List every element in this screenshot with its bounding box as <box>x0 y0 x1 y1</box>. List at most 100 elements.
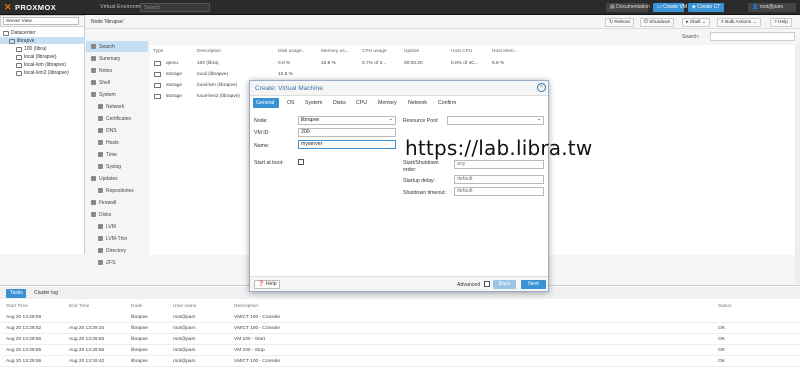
name-input[interactable]: myserver <box>298 140 396 149</box>
nav-item-hosts[interactable]: Hosts <box>86 137 148 148</box>
dialog-tab-confirm[interactable]: Confirm <box>435 98 459 108</box>
nav-item-summary[interactable]: Summary <box>86 53 148 64</box>
grid-header[interactable]: Description <box>197 49 221 54</box>
global-search-input[interactable]: Search <box>140 3 210 12</box>
nav-item-syslog[interactable]: Syslog <box>86 161 148 172</box>
back-button[interactable]: Back <box>493 280 516 289</box>
nav-item-updates[interactable]: Updates <box>86 173 148 184</box>
tab-cluster-log[interactable]: Cluster log <box>30 289 62 298</box>
tree-item-vm[interactable]: 100 (libra) <box>16 46 47 52</box>
next-button[interactable]: Next <box>521 280 546 289</box>
dialog-tab-disks[interactable]: Disks <box>330 98 349 108</box>
create-vm-button[interactable]: ▭ Create VM <box>653 3 687 12</box>
nav-item-label: Certificates <box>106 115 132 122</box>
tree-item-node[interactable]: librapve <box>9 38 35 44</box>
task-row[interactable]: Aug 20 13:29:52 Aug 20 13:29:34 librapve ro… <box>0 324 800 334</box>
grid-header[interactable]: CPU usage <box>362 49 387 54</box>
node-label: Node: <box>254 118 268 124</box>
nav-item-system[interactable]: System <box>86 89 148 100</box>
nav-item-directory[interactable]: Directory <box>86 245 148 256</box>
task-header[interactable]: User name <box>173 304 196 309</box>
task-row[interactable]: Aug 20 13:29:59 librapve root@pam VM/CT 100… <box>0 313 800 323</box>
certificate-icon <box>98 116 103 121</box>
create-ct-button[interactable]: ◈ Create CT <box>688 3 724 12</box>
dialog-tab-system[interactable]: System <box>302 98 325 108</box>
server-view-select[interactable]: Server View <box>3 17 79 25</box>
dialog-tab-network[interactable]: Network <box>405 98 430 108</box>
close-icon[interactable]: × <box>537 83 546 92</box>
reboot-button[interactable]: ↻ Reboot <box>605 18 634 27</box>
task-cell: librapve <box>131 359 148 364</box>
grid-header[interactable]: Host Mem... <box>492 49 518 54</box>
nav-item-firewall[interactable]: Firewall <box>86 197 148 208</box>
dialog-tab-general[interactable]: General <box>253 98 279 108</box>
grid-cell: local-lvm (librapve) <box>197 83 238 88</box>
grid-header[interactable]: Type <box>153 49 163 54</box>
nav-item-lvm-thin[interactable]: LVM-Thin <box>86 233 148 244</box>
startup-order-label: Start/Shutdown order: <box>403 160 439 173</box>
nav-item-lvm[interactable]: LVM <box>86 221 148 232</box>
proxmox-x-icon: ✕ <box>4 2 12 12</box>
search-input[interactable] <box>710 32 795 41</box>
user-menu-button[interactable]: 👤 root@pam <box>748 3 796 12</box>
dialog-tab-os[interactable]: OS <box>284 98 298 108</box>
startup-order-input[interactable]: any <box>454 160 544 169</box>
dialog-tab-cpu[interactable]: CPU <box>353 98 370 108</box>
tree-item-storage-lvm[interactable]: local-lvm (librapve) <box>16 62 66 68</box>
tree-item-storage-lvm2[interactable]: local-lvm2 (librapve) <box>16 70 69 76</box>
disk-icon <box>91 212 96 217</box>
task-row[interactable]: Aug 20 13:29:55 Aug 20 13:29:55 librapve ro… <box>0 346 800 356</box>
grid-header[interactable]: Disk usage... <box>278 49 306 54</box>
shell-button[interactable]: ▸ Shell ⌄ <box>682 18 710 27</box>
nav-item-repositories[interactable]: Repositories <box>86 185 148 196</box>
grid-row[interactable]: qemu 100 (libra) 0.0 % 10.8 % 0.7% of 2... 00… <box>152 59 552 69</box>
grid-header[interactable]: Uptime <box>404 49 419 54</box>
nav-item-search[interactable]: Search <box>86 41 148 52</box>
bulk-actions-button[interactable]: ≡ Bulk Actions ⌄ <box>717 18 761 27</box>
task-header[interactable]: Status <box>718 304 732 309</box>
nav-item-time[interactable]: Time <box>86 149 148 160</box>
grid-row[interactable]: storage local (librapve) 10.8 % <box>152 70 552 80</box>
startup-delay-input[interactable]: default <box>454 175 544 184</box>
vertical-scrollbar[interactable] <box>795 44 800 284</box>
create-ct-label: Create CT <box>697 4 721 10</box>
tree-item-datacenter[interactable]: Datacenter <box>3 30 35 36</box>
shutdown-timeout-input[interactable]: default <box>454 187 544 196</box>
shutdown-button[interactable]: ⏻ Shutdown <box>640 18 675 27</box>
tree-item-label: 100 (libra) <box>24 46 47 52</box>
advanced-checkbox[interactable] <box>484 281 490 287</box>
dialog-help-label: Help <box>265 281 277 287</box>
grid-cell: storage <box>166 72 182 77</box>
nav-item-label: Search <box>99 43 115 50</box>
task-header[interactable]: Description <box>234 304 258 309</box>
grid-header[interactable]: Memory us... <box>321 49 349 54</box>
nav-item-zfs[interactable]: ZFS <box>86 257 148 268</box>
nav-item-disks[interactable]: Disks <box>86 209 148 220</box>
nav-item-network[interactable]: Network <box>86 101 148 112</box>
nav-item-dns[interactable]: DNS <box>86 125 148 136</box>
vmid-input[interactable]: 200 <box>298 128 396 137</box>
dialog-tab-memory[interactable]: Memory <box>375 98 400 108</box>
nav-item-shell[interactable]: Shell <box>86 77 148 88</box>
dialog-help-button[interactable]: ❓ Help <box>254 280 280 289</box>
nav-item-notes[interactable]: Notes <box>86 65 148 76</box>
task-header[interactable]: Node <box>131 304 142 309</box>
tab-tasks[interactable]: Tasks <box>6 289 26 298</box>
task-header[interactable]: Start Time <box>6 304 28 309</box>
node-select[interactable]: librapve <box>298 116 396 125</box>
grid-cell: 10.8 % <box>321 61 336 66</box>
nav-item-certificates[interactable]: Certificates <box>86 113 148 124</box>
start-at-boot-checkbox[interactable] <box>298 159 304 165</box>
task-row[interactable]: Aug 20 13:29:56 Aug 20 13:29:42 librapve ro… <box>0 357 800 367</box>
grid-header[interactable]: Host CPU <box>451 49 472 54</box>
task-header[interactable]: End Time <box>69 304 89 309</box>
lvm-icon <box>98 224 103 229</box>
grid-cell: storage <box>166 83 182 88</box>
resource-pool-select[interactable] <box>447 116 544 125</box>
task-row[interactable]: Aug 20 13:29:56 Aug 20 13:29:55 librapve ro… <box>0 335 800 345</box>
help-button[interactable]: ? Help <box>770 18 792 27</box>
grid-cell: storage <box>166 94 182 99</box>
tree-item-storage-local[interactable]: local (librapve) <box>16 54 57 60</box>
documentation-button[interactable]: ▤ Documentation <box>606 3 650 12</box>
nav-item-label: Repositories <box>106 187 134 194</box>
